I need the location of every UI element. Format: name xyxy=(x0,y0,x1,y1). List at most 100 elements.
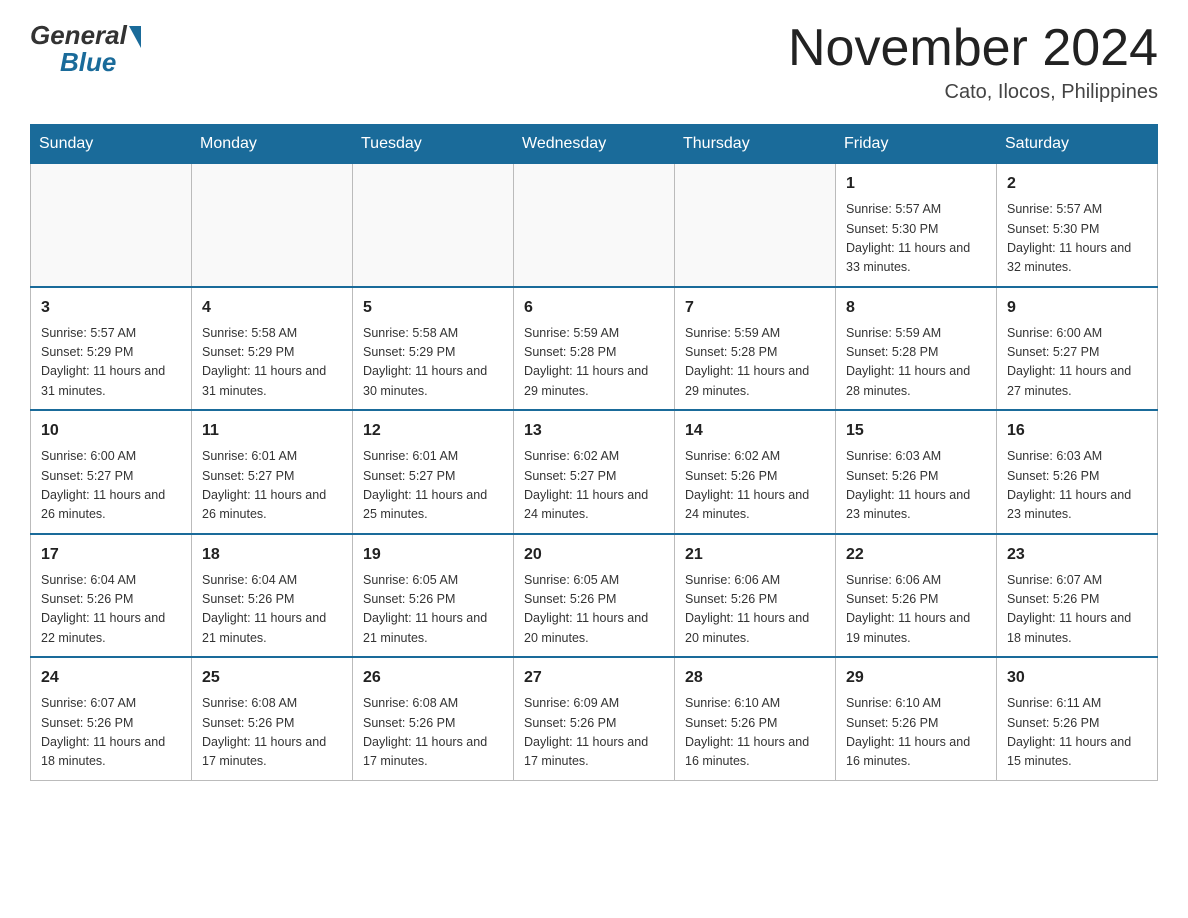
calendar-cell: 19Sunrise: 6:05 AM Sunset: 5:26 PM Dayli… xyxy=(353,534,514,658)
day-number: 8 xyxy=(846,296,986,320)
day-info: Sunrise: 6:00 AM Sunset: 5:27 PM Dayligh… xyxy=(41,447,181,525)
day-number: 5 xyxy=(363,296,503,320)
calendar-week-3: 10 Sunrise: 6:00 AM Sunset: 5:27 PM Dayli… xyxy=(31,410,1158,534)
weekday-header-row: SundayMondayTuesdayWednesdayThursdayFrid… xyxy=(31,125,1158,164)
day-info: Sunrise: 5:59 AM Sunset: 5:28 PM Dayligh… xyxy=(524,324,664,402)
calendar-cell: 18Sunrise: 6:04 AM Sunset: 5:26 PM Dayli… xyxy=(192,534,353,658)
calendar-week-4: 17 Sunrise: 6:04 AM Sunset: 5:26 PM Dayli… xyxy=(31,534,1158,658)
weekday-header-monday: Monday xyxy=(192,125,353,164)
day-info: Sunrise: 6:07 AM Sunset: 5:26 PM Dayligh… xyxy=(1007,571,1147,649)
day-number: 28 xyxy=(685,666,825,690)
day-info: Sunrise: 6:03 AM Sunset: 5:26 PM Dayligh… xyxy=(846,447,986,525)
calendar-table: SundayMondayTuesdayWednesdayThursdayFrid… xyxy=(30,124,1158,781)
day-number: 19 xyxy=(363,543,503,567)
location-text: Cato, Ilocos, Philippines xyxy=(788,81,1158,104)
day-number: 26 xyxy=(363,666,503,690)
calendar-cell: 13Sunrise: 6:02 AM Sunset: 5:27 PM Dayli… xyxy=(514,410,675,534)
month-title: November 2024 xyxy=(788,20,1158,77)
day-number: 11 xyxy=(202,419,342,443)
day-info: Sunrise: 6:10 AM Sunset: 5:26 PM Dayligh… xyxy=(846,694,986,772)
day-number: 3 xyxy=(41,296,181,320)
weekday-header-tuesday: Tuesday xyxy=(353,125,514,164)
calendar-cell: 5 Sunrise: 5:58 AM Sunset: 5:29 PM Daylig… xyxy=(353,287,514,411)
day-info: Sunrise: 5:58 AM Sunset: 5:29 PM Dayligh… xyxy=(202,324,342,402)
calendar-cell: 2 Sunrise: 5:57 AM Sunset: 5:30 PM Daylig… xyxy=(997,164,1158,287)
calendar-cell: 24Sunrise: 6:07 AM Sunset: 5:26 PM Dayli… xyxy=(31,657,192,780)
day-info: Sunrise: 5:58 AM Sunset: 5:29 PM Dayligh… xyxy=(363,324,503,402)
calendar-cell xyxy=(514,164,675,287)
calendar-cell: 12 Sunrise: 6:01 AM Sunset: 5:27 PM Dayli… xyxy=(353,410,514,534)
day-info: Sunrise: 6:02 AM Sunset: 5:26 PM Dayligh… xyxy=(685,447,825,525)
day-number: 17 xyxy=(41,543,181,567)
logo-triangle-icon xyxy=(129,26,141,48)
day-number: 6 xyxy=(524,296,664,320)
day-number: 4 xyxy=(202,296,342,320)
day-info: Sunrise: 6:09 AM Sunset: 5:26 PM Dayligh… xyxy=(524,694,664,772)
calendar-cell: 22 Sunrise: 6:06 AM Sunset: 5:26 PM Dayli… xyxy=(836,534,997,658)
day-number: 29 xyxy=(846,666,986,690)
calendar-cell: 23 Sunrise: 6:07 AM Sunset: 5:26 PM Dayli… xyxy=(997,534,1158,658)
day-info: Sunrise: 6:11 AM Sunset: 5:26 PM Dayligh… xyxy=(1007,694,1147,772)
day-info: Sunrise: 6:05 AM Sunset: 5:26 PM Dayligh… xyxy=(524,571,664,649)
day-info: Sunrise: 5:59 AM Sunset: 5:28 PM Dayligh… xyxy=(846,324,986,402)
day-number: 24 xyxy=(41,666,181,690)
weekday-header-friday: Friday xyxy=(836,125,997,164)
weekday-header-saturday: Saturday xyxy=(997,125,1158,164)
day-number: 16 xyxy=(1007,419,1147,443)
day-info: Sunrise: 5:59 AM Sunset: 5:28 PM Dayligh… xyxy=(685,324,825,402)
day-number: 15 xyxy=(846,419,986,443)
day-info: Sunrise: 6:00 AM Sunset: 5:27 PM Dayligh… xyxy=(1007,324,1147,402)
calendar-cell: 29 Sunrise: 6:10 AM Sunset: 5:26 PM Dayli… xyxy=(836,657,997,780)
calendar-cell: 17 Sunrise: 6:04 AM Sunset: 5:26 PM Dayli… xyxy=(31,534,192,658)
calendar-cell: 3 Sunrise: 5:57 AM Sunset: 5:29 PM Daylig… xyxy=(31,287,192,411)
day-info: Sunrise: 6:08 AM Sunset: 5:26 PM Dayligh… xyxy=(202,694,342,772)
day-number: 9 xyxy=(1007,296,1147,320)
page-header: General Blue November 2024 Cato, Ilocos,… xyxy=(30,20,1158,104)
logo: General Blue xyxy=(30,20,141,78)
calendar-cell: 7 Sunrise: 5:59 AM Sunset: 5:28 PM Daylig… xyxy=(675,287,836,411)
calendar-cell xyxy=(353,164,514,287)
day-info: Sunrise: 6:03 AM Sunset: 5:26 PM Dayligh… xyxy=(1007,447,1147,525)
calendar-cell: 25Sunrise: 6:08 AM Sunset: 5:26 PM Dayli… xyxy=(192,657,353,780)
day-number: 7 xyxy=(685,296,825,320)
calendar-cell: 4 Sunrise: 5:58 AM Sunset: 5:29 PM Daylig… xyxy=(192,287,353,411)
day-number: 1 xyxy=(846,172,986,196)
day-info: Sunrise: 5:57 AM Sunset: 5:30 PM Dayligh… xyxy=(846,200,986,278)
calendar-cell: 9 Sunrise: 6:00 AM Sunset: 5:27 PM Daylig… xyxy=(997,287,1158,411)
calendar-cell: 8 Sunrise: 5:59 AM Sunset: 5:28 PM Daylig… xyxy=(836,287,997,411)
day-number: 13 xyxy=(524,419,664,443)
title-section: November 2024 Cato, Ilocos, Philippines xyxy=(788,20,1158,104)
calendar-cell xyxy=(675,164,836,287)
calendar-week-2: 3 Sunrise: 5:57 AM Sunset: 5:29 PM Daylig… xyxy=(31,287,1158,411)
day-number: 14 xyxy=(685,419,825,443)
calendar-cell: 16 Sunrise: 6:03 AM Sunset: 5:26 PM Dayli… xyxy=(997,410,1158,534)
calendar-cell: 1 Sunrise: 5:57 AM Sunset: 5:30 PM Daylig… xyxy=(836,164,997,287)
day-info: Sunrise: 6:08 AM Sunset: 5:26 PM Dayligh… xyxy=(363,694,503,772)
calendar-cell: 26 Sunrise: 6:08 AM Sunset: 5:26 PM Dayli… xyxy=(353,657,514,780)
weekday-header-wednesday: Wednesday xyxy=(514,125,675,164)
day-info: Sunrise: 6:10 AM Sunset: 5:26 PM Dayligh… xyxy=(685,694,825,772)
day-info: Sunrise: 6:01 AM Sunset: 5:27 PM Dayligh… xyxy=(202,447,342,525)
calendar-cell: 14 Sunrise: 6:02 AM Sunset: 5:26 PM Dayli… xyxy=(675,410,836,534)
day-info: Sunrise: 6:04 AM Sunset: 5:26 PM Dayligh… xyxy=(41,571,181,649)
day-number: 2 xyxy=(1007,172,1147,196)
calendar-cell: 11 Sunrise: 6:01 AM Sunset: 5:27 PM Dayli… xyxy=(192,410,353,534)
day-info: Sunrise: 6:01 AM Sunset: 5:27 PM Dayligh… xyxy=(363,447,503,525)
weekday-header-sunday: Sunday xyxy=(31,125,192,164)
day-number: 10 xyxy=(41,419,181,443)
day-number: 22 xyxy=(846,543,986,567)
day-info: Sunrise: 6:04 AM Sunset: 5:26 PM Dayligh… xyxy=(202,571,342,649)
day-number: 21 xyxy=(685,543,825,567)
day-number: 12 xyxy=(363,419,503,443)
logo-blue-text: Blue xyxy=(60,47,116,78)
calendar-cell: 28 Sunrise: 6:10 AM Sunset: 5:26 PM Dayli… xyxy=(675,657,836,780)
day-number: 27 xyxy=(524,666,664,690)
day-info: Sunrise: 5:57 AM Sunset: 5:30 PM Dayligh… xyxy=(1007,200,1147,278)
day-info: Sunrise: 6:06 AM Sunset: 5:26 PM Dayligh… xyxy=(846,571,986,649)
calendar-cell: 21 Sunrise: 6:06 AM Sunset: 5:26 PM Dayli… xyxy=(675,534,836,658)
day-info: Sunrise: 6:06 AM Sunset: 5:26 PM Dayligh… xyxy=(685,571,825,649)
day-number: 23 xyxy=(1007,543,1147,567)
calendar-cell: 20Sunrise: 6:05 AM Sunset: 5:26 PM Dayli… xyxy=(514,534,675,658)
day-info: Sunrise: 5:57 AM Sunset: 5:29 PM Dayligh… xyxy=(41,324,181,402)
calendar-cell: 10 Sunrise: 6:00 AM Sunset: 5:27 PM Dayli… xyxy=(31,410,192,534)
